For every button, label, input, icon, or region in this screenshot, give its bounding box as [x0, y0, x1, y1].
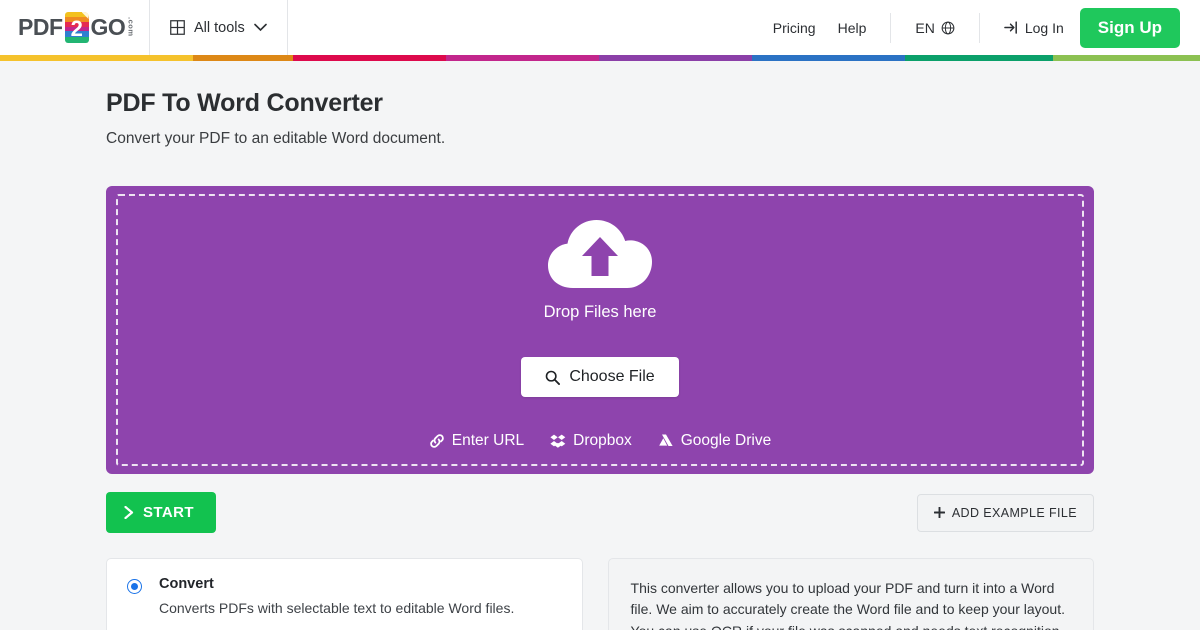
- dropbox-icon: [550, 433, 566, 449]
- language-label: EN: [915, 19, 935, 36]
- all-tools-menu[interactable]: All tools: [150, 0, 288, 55]
- login-button[interactable]: Log In: [980, 20, 1080, 36]
- page-title: PDF To Word Converter: [106, 89, 383, 117]
- color-segment-2: [193, 55, 293, 61]
- logo-text-pdf: PDF: [18, 14, 63, 40]
- nav-link-help[interactable]: Help: [838, 20, 867, 36]
- enter-url-label: Enter URL: [451, 432, 525, 449]
- color-segment-1: [0, 55, 193, 61]
- info-column: This converter allows you to upload your…: [607, 558, 1094, 630]
- color-segment-3: [293, 55, 446, 61]
- converter-info-panel: This converter allows you to upload your…: [607, 558, 1094, 630]
- enter-url-link[interactable]: Enter URL: [429, 432, 524, 450]
- magnifier-icon: [545, 370, 561, 385]
- add-example-file-button[interactable]: ADD EXAMPLE FILE: [916, 493, 1094, 532]
- login-label: Log In: [1024, 19, 1064, 36]
- start-button[interactable]: START: [106, 492, 216, 533]
- site-header: PDF 2 GO .com All tools Pricing Help EN …: [0, 0, 1200, 55]
- chevron-right-icon: [124, 506, 135, 519]
- logo-badge-icon: 2: [64, 12, 89, 43]
- radio-convert[interactable]: [127, 579, 142, 594]
- nav-link-pricing[interactable]: Pricing: [773, 20, 816, 36]
- action-row: START ADD EXAMPLE FILE: [106, 492, 1094, 533]
- add-example-file-label: ADD EXAMPLE FILE: [951, 505, 1077, 520]
- start-label: START: [143, 504, 194, 521]
- dropbox-label: Dropbox: [573, 432, 632, 449]
- grid-icon: [170, 20, 185, 35]
- dropbox-link[interactable]: Dropbox: [550, 432, 632, 450]
- globe-icon: [941, 21, 955, 35]
- chevron-down-icon: [253, 20, 267, 36]
- option-convert-title: Convert: [159, 576, 214, 592]
- header-nav-right: Pricing Help EN Log In Sign Up: [773, 0, 1200, 55]
- dropzone-label: Drop Files here: [543, 303, 657, 321]
- plus-icon: [933, 507, 945, 518]
- logo-mark: PDF 2 GO .com: [18, 12, 135, 43]
- logo[interactable]: PDF 2 GO .com: [0, 0, 150, 55]
- logo-text-go: GO: [90, 14, 126, 40]
- color-segment-6: [752, 55, 905, 61]
- option-convert-description: Converts PDFs with selectable text to ed…: [159, 600, 515, 616]
- file-dropzone[interactable]: Drop Files here Choose File Enter URL Dr…: [106, 186, 1094, 474]
- signup-button[interactable]: Sign Up: [1079, 7, 1180, 48]
- link-icon: [429, 433, 445, 449]
- page-fold-icon: [81, 12, 89, 19]
- google-drive-link[interactable]: Google Drive: [658, 432, 771, 450]
- upload-sources: Enter URL Dropbox Google Drive: [429, 432, 771, 450]
- option-convert[interactable]: Convert Converts PDFs with selectable te…: [106, 558, 583, 630]
- logo-badge-number: 2: [70, 15, 83, 41]
- all-tools-label: All tools: [194, 19, 245, 36]
- language-selector[interactable]: EN: [891, 12, 980, 43]
- google-drive-label: Google Drive: [680, 432, 772, 449]
- logo-dotcom: .com: [126, 17, 136, 37]
- color-segment-5: [599, 55, 752, 61]
- main-content: PDF To Word Converter Convert your PDF t…: [0, 89, 1200, 630]
- header-nav-links: Pricing Help: [773, 12, 892, 43]
- options-column: Convert Converts PDFs with selectable te…: [106, 558, 583, 630]
- choose-file-label: Choose File: [569, 368, 655, 385]
- google-drive-icon: [658, 433, 674, 449]
- choose-file-button[interactable]: Choose File: [521, 357, 679, 397]
- login-arrow-icon: [1004, 20, 1019, 35]
- option-convert-text: Convert Converts PDFs with selectable te…: [159, 576, 514, 618]
- color-segment-4: [446, 55, 599, 61]
- cloud-upload-icon: [545, 210, 655, 294]
- options-section: Convert Converts PDFs with selectable te…: [106, 558, 1094, 630]
- color-segment-7: [905, 55, 1053, 61]
- page-subtitle: Convert your PDF to an editable Word doc…: [106, 130, 446, 147]
- brand-color-bar: [0, 55, 1200, 61]
- color-segment-8: [1053, 55, 1200, 61]
